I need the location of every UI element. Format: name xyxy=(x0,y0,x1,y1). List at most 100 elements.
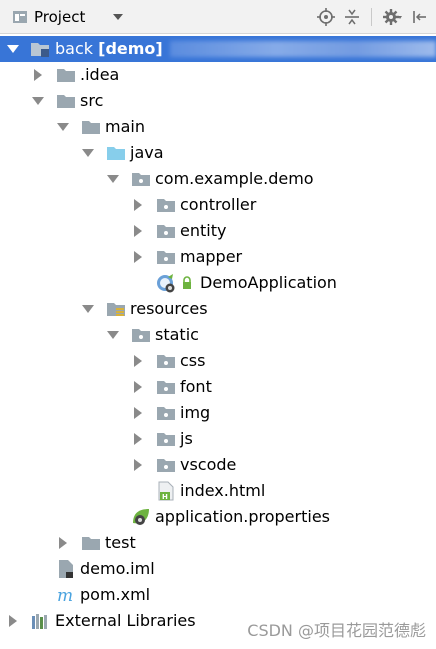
node-label: pom.xml xyxy=(80,585,151,604)
tree-node-src[interactable]: src xyxy=(0,88,436,114)
package-icon xyxy=(156,455,176,475)
expand-arrow-icon[interactable] xyxy=(9,615,17,627)
node-label: java xyxy=(130,143,164,162)
expand-arrow-icon[interactable] xyxy=(82,149,94,157)
tree-node-controller[interactable]: controller xyxy=(0,192,436,218)
html-file-icon: H xyxy=(156,481,176,501)
node-label: com.example.demo xyxy=(155,169,314,188)
node-label: static xyxy=(155,325,199,344)
tree-node-index-html[interactable]: H index.html xyxy=(0,478,436,504)
package-icon xyxy=(156,429,176,449)
node-label: vscode xyxy=(180,455,237,474)
node-label: css xyxy=(180,351,206,370)
svg-text:H: H xyxy=(162,493,168,501)
tree-node-main[interactable]: main xyxy=(0,114,436,140)
module-folder-icon xyxy=(30,39,50,59)
project-view-selector[interactable]: Project xyxy=(12,5,124,29)
expand-arrow-icon[interactable] xyxy=(57,123,69,131)
node-label: img xyxy=(180,403,211,422)
locate-icon[interactable] xyxy=(315,6,337,28)
hide-panel-icon[interactable] xyxy=(408,6,430,28)
node-label: application.properties xyxy=(155,507,330,526)
node-label: controller xyxy=(180,195,257,214)
tree-node-mapper[interactable]: mapper xyxy=(0,244,436,270)
tree-node-font[interactable]: font xyxy=(0,374,436,400)
tree-node-test[interactable]: test xyxy=(0,530,436,556)
expand-arrow-icon[interactable] xyxy=(134,433,142,445)
tree-node-js[interactable]: js xyxy=(0,426,436,452)
expand-arrow-icon[interactable] xyxy=(134,407,142,419)
node-label: demo.iml xyxy=(80,559,155,578)
blurred-path xyxy=(170,41,436,57)
project-toolbar: Project xyxy=(0,0,436,34)
expand-arrow-icon[interactable] xyxy=(107,175,119,183)
expand-arrow-icon[interactable] xyxy=(7,45,19,53)
expand-arrow-icon[interactable] xyxy=(82,305,94,313)
node-label: test xyxy=(105,533,136,552)
tree-node-static[interactable]: static xyxy=(0,322,436,348)
toolbar-divider xyxy=(371,8,372,26)
libraries-icon xyxy=(31,611,51,631)
collapse-all-icon[interactable] xyxy=(341,6,363,28)
node-label: js xyxy=(180,429,193,448)
tree-node-demo-iml[interactable]: demo.iml xyxy=(0,556,436,582)
node-label: mapper xyxy=(180,247,243,266)
tree-node-application-properties[interactable]: application.properties xyxy=(0,504,436,530)
node-label: main xyxy=(105,117,145,136)
project-view-icon xyxy=(12,9,28,25)
node-label: entity xyxy=(180,221,227,240)
expand-arrow-icon[interactable] xyxy=(134,225,142,237)
package-icon xyxy=(156,403,176,423)
package-icon xyxy=(131,325,151,345)
svg-text:m: m xyxy=(57,586,73,604)
package-icon xyxy=(156,247,176,267)
node-label: src xyxy=(80,91,104,110)
tree-node-img[interactable]: img xyxy=(0,400,436,426)
root-label: back xyxy=(55,39,94,58)
node-label: DemoApplication xyxy=(200,273,337,292)
tree-node-css[interactable]: css xyxy=(0,348,436,374)
settings-gear-icon[interactable] xyxy=(382,6,404,28)
tree-node-entity[interactable]: entity xyxy=(0,218,436,244)
tree-node-vscode[interactable]: vscode xyxy=(0,452,436,478)
tree-node-package[interactable]: com.example.demo xyxy=(0,166,436,192)
package-icon xyxy=(156,377,176,397)
package-icon xyxy=(156,195,176,215)
chevron-down-icon[interactable] xyxy=(113,13,124,20)
node-label: font xyxy=(180,377,212,396)
project-view-label: Project xyxy=(34,7,86,26)
resources-folder-icon xyxy=(106,299,126,319)
expand-arrow-icon[interactable] xyxy=(134,355,142,367)
tree-node-java[interactable]: java xyxy=(0,140,436,166)
maven-icon: m xyxy=(56,585,76,605)
expand-arrow-icon[interactable] xyxy=(59,537,67,549)
node-label: External Libraries xyxy=(55,611,196,630)
folder-icon xyxy=(56,65,76,85)
node-label: index.html xyxy=(180,481,266,500)
tree-node-idea[interactable]: .idea xyxy=(0,62,436,88)
expand-arrow-icon[interactable] xyxy=(32,97,44,105)
tree-node-root[interactable]: back [demo] xyxy=(0,36,436,62)
package-icon xyxy=(156,351,176,371)
node-label: .idea xyxy=(80,65,120,84)
expand-arrow-icon[interactable] xyxy=(134,199,142,211)
expand-arrow-icon[interactable] xyxy=(134,251,142,263)
expand-arrow-icon[interactable] xyxy=(134,381,142,393)
package-icon xyxy=(156,221,176,241)
package-icon xyxy=(131,169,151,189)
expand-arrow-icon[interactable] xyxy=(134,459,142,471)
folder-icon xyxy=(81,533,101,553)
expand-arrow-icon[interactable] xyxy=(34,69,42,81)
watermark: CSDN @项目花园范德彪 xyxy=(247,621,426,640)
module-tag: [demo] xyxy=(98,39,163,58)
tree-node-demo-application[interactable]: DemoApplication xyxy=(0,270,436,296)
lock-icon xyxy=(177,273,197,293)
spring-properties-icon xyxy=(131,507,151,527)
iml-file-icon xyxy=(56,559,76,579)
tree-node-pom-xml[interactable]: m pom.xml xyxy=(0,582,436,608)
expand-arrow-icon[interactable] xyxy=(107,331,119,339)
folder-icon xyxy=(56,91,76,111)
spring-boot-class-icon xyxy=(156,273,176,293)
source-folder-icon xyxy=(106,143,126,163)
tree-node-resources[interactable]: resources xyxy=(0,296,436,322)
